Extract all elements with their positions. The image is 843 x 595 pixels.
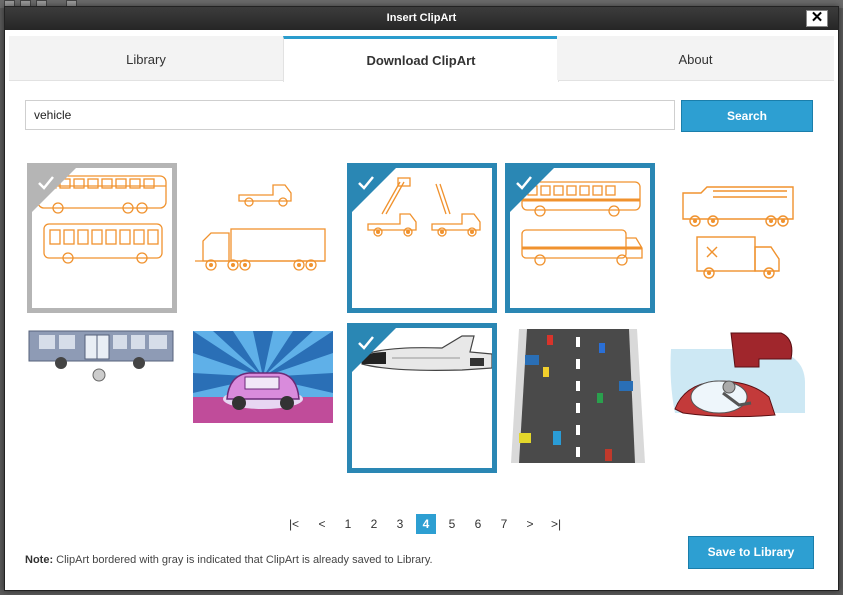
tab-about[interactable]: About bbox=[557, 36, 834, 80]
dialog-title: Insert ClipArt bbox=[386, 12, 457, 24]
clipart-thumbnail-highway[interactable] bbox=[507, 323, 657, 473]
pagination-page-2[interactable]: 2 bbox=[364, 514, 384, 534]
city-bus-image bbox=[28, 330, 174, 382]
pagination-page-6[interactable]: 6 bbox=[468, 514, 488, 534]
clipart-thumbnail-buses[interactable] bbox=[27, 163, 177, 313]
pagination-page-5[interactable]: 5 bbox=[442, 514, 462, 534]
pagination-page-4[interactable]: 4 bbox=[416, 514, 436, 534]
tab-bar: Library Download ClipArt About bbox=[9, 36, 834, 82]
clipart-thumbnail-fire-truck-ambulance[interactable] bbox=[667, 163, 817, 313]
tab-download-clipart[interactable]: Download ClipArt bbox=[283, 36, 559, 82]
futuristic-vehicle-image bbox=[670, 332, 805, 418]
clipart-thumbnail-futuristic-vehicle[interactable] bbox=[665, 323, 815, 473]
clipart-thumbnail-trucks[interactable] bbox=[187, 163, 337, 313]
tab-library[interactable]: Library bbox=[9, 36, 283, 80]
selected-check-icon bbox=[352, 168, 396, 212]
pagination-page-1[interactable]: 1 bbox=[338, 514, 358, 534]
note-text: ClipArt bordered with gray is indicated … bbox=[53, 554, 433, 566]
pagination-page-3[interactable]: 3 bbox=[390, 514, 410, 534]
close-icon: ✕ bbox=[810, 9, 824, 26]
clipart-thumbnail-retro-car[interactable] bbox=[187, 323, 337, 473]
highway-traffic-image bbox=[511, 329, 645, 463]
selected-check-icon bbox=[352, 328, 396, 372]
pagination-first[interactable]: |< bbox=[284, 514, 304, 534]
clipart-thumbnail-space-shuttle[interactable] bbox=[347, 323, 497, 473]
clipart-thumbnail-city-bus[interactable] bbox=[27, 323, 177, 473]
retro-car-image bbox=[193, 331, 333, 423]
save-to-library-button[interactable]: Save to Library bbox=[688, 536, 814, 569]
fire-truck-ambulance-outline-image bbox=[682, 186, 794, 279]
saved-check-icon bbox=[32, 168, 76, 212]
search-input[interactable] bbox=[25, 100, 675, 130]
trucks-outline-image bbox=[195, 184, 326, 271]
pagination-prev[interactable]: < bbox=[312, 514, 332, 534]
dialog-body: Library Download ClipArt About Search bbox=[9, 30, 834, 586]
dialog-titlebar: Insert ClipArt ✕ bbox=[5, 7, 838, 30]
selected-check-icon bbox=[510, 168, 554, 212]
insert-clipart-dialog: Insert ClipArt ✕ Library Download ClipAr… bbox=[4, 6, 839, 591]
close-button[interactable]: ✕ bbox=[806, 10, 828, 27]
note-label: Note: bbox=[25, 554, 54, 566]
pagination-next[interactable]: > bbox=[520, 514, 540, 534]
pagination-last[interactable]: >| bbox=[546, 514, 566, 534]
footer-note: Note: ClipArt bordered with gray is indi… bbox=[25, 554, 433, 566]
pagination-page-7[interactable]: 7 bbox=[494, 514, 514, 534]
clipart-thumbnail-crane-trucks[interactable] bbox=[347, 163, 497, 313]
search-button[interactable]: Search bbox=[681, 100, 813, 132]
clipart-thumbnail-school-buses[interactable] bbox=[505, 163, 655, 313]
